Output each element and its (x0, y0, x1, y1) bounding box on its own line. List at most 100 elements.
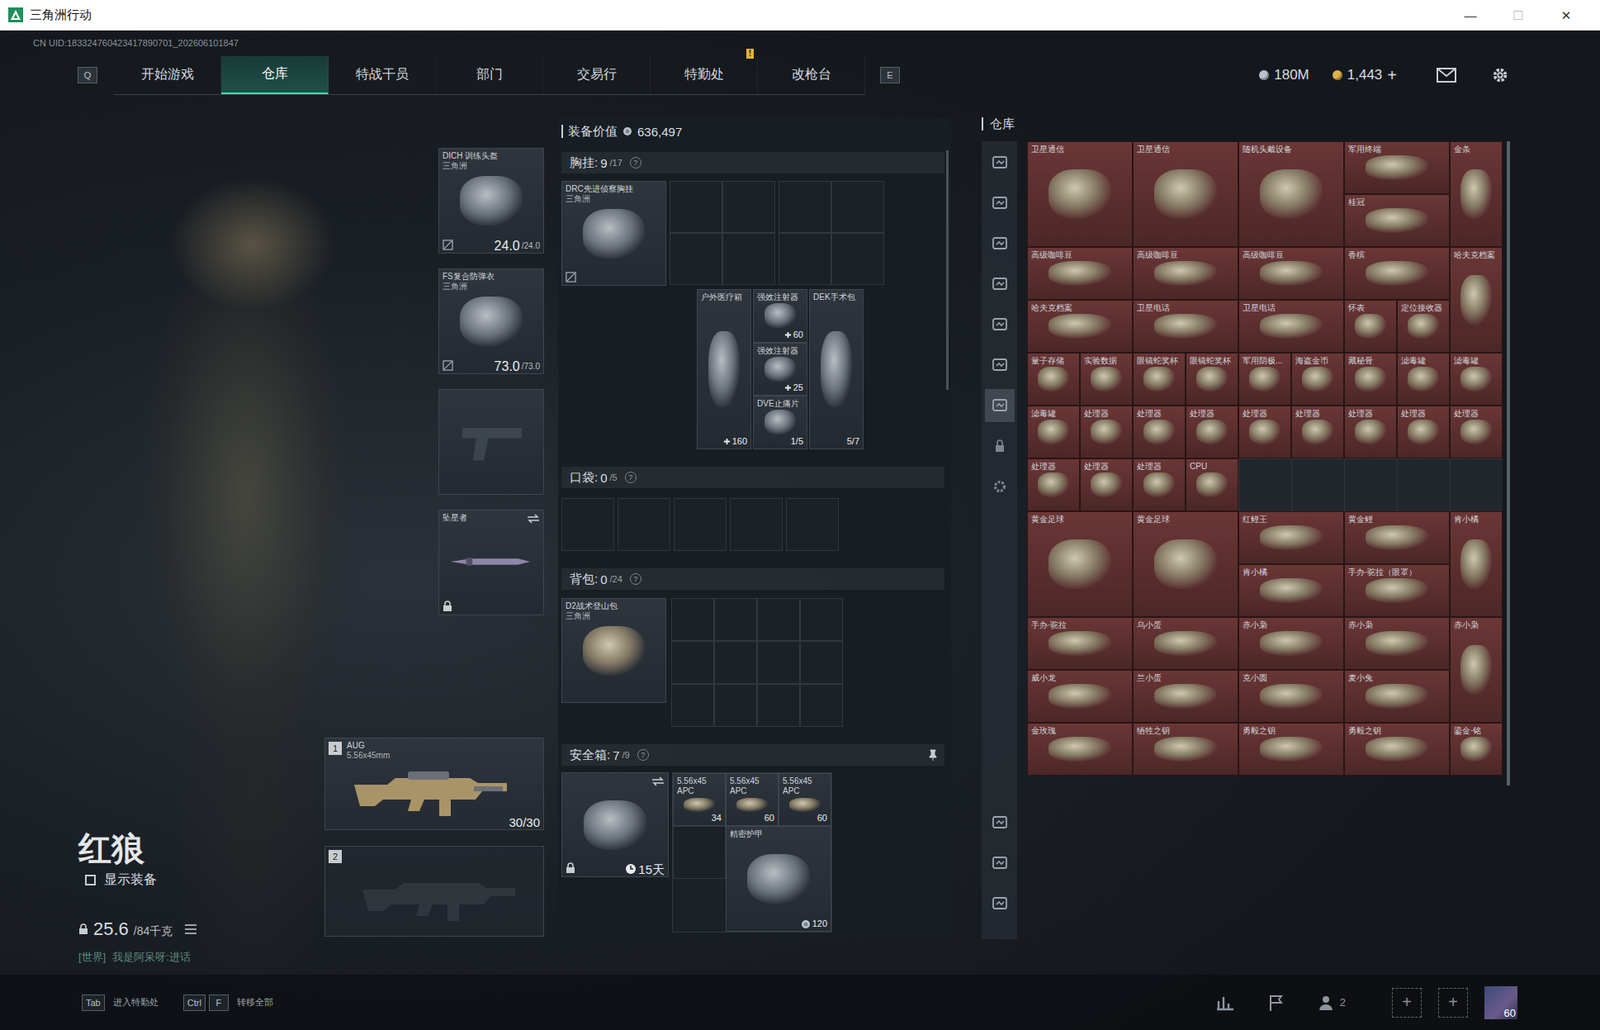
help-button[interactable]: ? (624, 471, 637, 483)
close-button[interactable]: ✕ (1542, 0, 1591, 31)
warehouse-item[interactable]: 处理器 (1238, 405, 1292, 459)
player-avatar[interactable]: 60 (1484, 985, 1518, 1019)
empty-slot[interactable] (714, 597, 758, 641)
nav-tab[interactable]: 特战干员 (328, 56, 436, 95)
inventory-item[interactable]: 强效注射器60 (752, 288, 808, 343)
empty-slot[interactable] (800, 640, 843, 684)
weapon-slot[interactable]: 2 (324, 845, 545, 937)
key-hint[interactable]: CtrlF转移全部 (183, 994, 274, 1011)
inventory-item[interactable]: DVE止痛片1/5 (752, 395, 808, 450)
pocket-slot[interactable] (561, 497, 615, 551)
empty-slot[interactable] (722, 180, 776, 233)
warehouse-category[interactable] (984, 307, 1015, 341)
stats-button[interactable] (1216, 993, 1235, 1012)
prev-tab-key[interactable]: Q (77, 66, 98, 84)
warehouse-item[interactable]: 麦小兔 (1344, 669, 1450, 723)
warehouse-item[interactable]: 眼镜蛇奖杯 (1132, 352, 1186, 406)
warehouse-category[interactable] (984, 388, 1015, 422)
warehouse-item[interactable]: 赤小枭 (1238, 616, 1345, 670)
flag-button[interactable] (1267, 993, 1286, 1012)
empty-slot[interactable] (669, 232, 723, 285)
warehouse-item[interactable]: 实验数据 (1079, 352, 1133, 406)
warehouse-item[interactable]: 赤小枭 (1344, 616, 1450, 670)
warehouse-item[interactable]: 高级咖啡豆 (1238, 246, 1345, 300)
warehouse-item[interactable]: 处理器 (1079, 458, 1133, 512)
warehouse-item[interactable]: 处理器 (1291, 405, 1345, 459)
nav-tab[interactable]: 仓库 (221, 56, 329, 95)
empty-slot[interactable] (1449, 458, 1503, 512)
empty-slot[interactable] (671, 597, 715, 641)
warehouse-item[interactable]: 手办·驼拉 (1027, 616, 1133, 670)
warehouse-item[interactable]: CPU (1185, 458, 1239, 512)
warehouse-item[interactable]: 滤毒罐 (1396, 352, 1450, 406)
warehouse-category[interactable] (984, 146, 1015, 180)
inventory-item[interactable]: 5.56x45 APC60 (778, 772, 832, 826)
empty-slot[interactable] (1238, 458, 1292, 512)
organize-button[interactable] (984, 886, 1015, 920)
empty-slot[interactable] (778, 232, 832, 285)
warehouse-item[interactable]: 卫星通信 (1132, 141, 1239, 247)
warehouse-category[interactable] (984, 267, 1015, 301)
empty-slot[interactable] (722, 232, 776, 285)
warehouse-item[interactable]: 处理器 (1396, 405, 1450, 459)
empty-slot[interactable] (778, 180, 832, 233)
empty-slot[interactable] (757, 683, 800, 727)
nav-tab[interactable]: 开始游戏 (113, 56, 222, 95)
team-invite-slot[interactable]: + (1438, 987, 1468, 1018)
warehouse-item[interactable]: 牺牲之钥 (1132, 722, 1239, 776)
warehouse-item[interactable]: 滤毒罐 (1449, 352, 1503, 406)
inventory-item[interactable]: 5.56x45 APC34 (672, 772, 726, 826)
warehouse-category[interactable] (984, 227, 1015, 261)
warehouse-item[interactable]: 军用终端 (1344, 141, 1450, 195)
key-hint[interactable]: Tab进入特勤处 (81, 994, 159, 1011)
equipment-slot[interactable]: DICH 训练头盔三角洲24.0/24.0 (438, 147, 545, 254)
warehouse-item[interactable]: 威小龙 (1027, 669, 1133, 723)
nav-tab[interactable]: 部门 (435, 56, 544, 95)
inventory-item[interactable]: 户外医疗箱160 (696, 288, 752, 450)
equipment-slot[interactable]: 坠星者 (438, 509, 545, 616)
empty-slot[interactable] (1344, 458, 1397, 512)
warehouse-item[interactable]: 军用阴极... (1238, 352, 1292, 406)
warehouse-item[interactable]: 处理器 (1449, 405, 1503, 459)
warehouse-item[interactable]: 量子存储 (1027, 352, 1080, 406)
empty-slot[interactable] (831, 180, 885, 233)
empty-slot[interactable] (831, 232, 885, 285)
warehouse-item[interactable]: 金玫瑰 (1027, 722, 1133, 776)
inventory-item[interactable]: 强效注射器25 (752, 342, 808, 397)
warehouse-item[interactable]: 黄金鲤 (1344, 511, 1450, 564)
warehouse-item[interactable]: 香槟 (1344, 246, 1450, 300)
maximize-button[interactable]: ☐ (1494, 0, 1543, 31)
weapon-slot[interactable]: 1AUG5.56x45mm30/30 (324, 737, 545, 830)
chest-rig[interactable]: DRC先进侦察胸挂三角洲 (561, 180, 667, 286)
warehouse-item[interactable]: 鎏金·铭 (1449, 722, 1503, 776)
safe-box[interactable]: 15天 (561, 771, 669, 877)
warehouse-item[interactable]: 藏秘骨 (1344, 352, 1397, 406)
warehouse-item[interactable]: 黄金足球 (1027, 511, 1133, 617)
equipment-slot[interactable]: FS复合防弹衣三角洲73.0/73.0 (438, 268, 545, 374)
warehouse-item[interactable]: 高级咖啡豆 (1027, 246, 1133, 300)
warehouse-item[interactable]: 黄金足球 (1132, 511, 1239, 617)
show-equipment-checkbox[interactable] (85, 874, 96, 886)
empty-slot[interactable] (757, 597, 800, 641)
empty-slot[interactable] (714, 683, 758, 727)
team-invite-slot[interactable]: + (1391, 987, 1422, 1018)
top-up-button[interactable]: + (1386, 66, 1397, 86)
warehouse-item[interactable]: 处理器 (1027, 458, 1080, 512)
nav-tab[interactable]: 特勤处! (650, 56, 758, 95)
warehouse-item[interactable]: 哈夫克档案 (1027, 299, 1133, 353)
empty-slot[interactable] (669, 180, 723, 233)
inventory-item[interactable]: 精密护甲120 (725, 825, 832, 932)
pocket-slot[interactable] (617, 497, 671, 551)
help-button[interactable]: ? (629, 572, 642, 585)
warehouse-item[interactable]: 处理器 (1344, 405, 1397, 459)
warehouse-item[interactable]: 克小圆 (1238, 669, 1345, 723)
empty-slot[interactable] (800, 597, 843, 641)
warehouse-category[interactable] (984, 429, 1015, 463)
warehouse-item[interactable]: 勇毅之钥 (1238, 722, 1345, 776)
empty-slot[interactable] (671, 640, 715, 684)
empty-slot[interactable] (671, 683, 715, 727)
warehouse-item[interactable]: 卫星电话 (1238, 299, 1345, 353)
warehouse-item[interactable]: 滤毒罐 (1027, 405, 1080, 459)
pocket-slot[interactable] (729, 497, 783, 551)
warehouse-item[interactable]: 海盗金币 (1291, 352, 1345, 406)
